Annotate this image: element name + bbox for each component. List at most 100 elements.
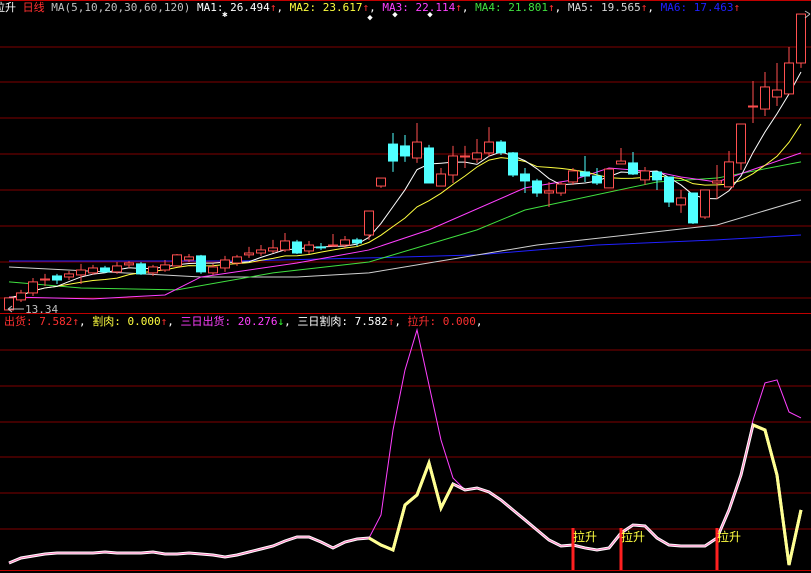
- candle[interactable]: [472, 152, 482, 160]
- candle[interactable]: [544, 190, 554, 194]
- candle[interactable]: [532, 180, 542, 194]
- candle[interactable]: [280, 240, 290, 251]
- candle[interactable]: [16, 292, 26, 301]
- candle[interactable]: [724, 161, 734, 188]
- candle[interactable]: [580, 171, 590, 177]
- candle[interactable]: [484, 141, 494, 154]
- candle[interactable]: [364, 210, 374, 236]
- candle[interactable]: [124, 262, 134, 266]
- candle[interactable]: [508, 152, 518, 176]
- candle[interactable]: [208, 266, 218, 274]
- legend-item: MA5: 19.565↑,: [561, 1, 654, 14]
- signal-label: 拉升: [573, 529, 597, 544]
- separator: ,: [461, 1, 469, 14]
- candle[interactable]: [40, 278, 50, 281]
- candle[interactable]: [760, 86, 770, 110]
- candle[interactable]: [184, 256, 194, 261]
- candle[interactable]: [196, 255, 206, 273]
- candle[interactable]: [52, 275, 62, 281]
- legend-value: MA2: 23.617: [283, 1, 363, 14]
- period-label[interactable]: 日线: [23, 1, 45, 14]
- legend-value: MA4: 21.801: [468, 1, 549, 14]
- candle[interactable]: [292, 241, 302, 254]
- legend-value: 出货: 7.582: [4, 315, 73, 328]
- legend-item: MA1: 26.494↑,: [197, 1, 283, 14]
- candle[interactable]: [460, 155, 470, 158]
- indicator-line-chuhuo: [8, 424, 802, 566]
- candle[interactable]: [784, 62, 794, 95]
- candle[interactable]: [232, 256, 242, 264]
- candle[interactable]: [328, 244, 338, 247]
- signal-label: 拉升: [717, 529, 741, 544]
- candle[interactable]: [172, 254, 182, 267]
- indicator-line-sanri-chuhuo: [8, 327, 802, 564]
- candle[interactable]: [352, 239, 362, 244]
- indicator-line-chuhuo-outline: [8, 422, 803, 566]
- chart-canvas[interactable]: 13.34✱ ◆ ◆ ◆拉升 拉升 拉升: [0, 0, 811, 573]
- candle[interactable]: [628, 162, 638, 175]
- separator: ,: [475, 315, 483, 328]
- legend-item: MA4: 21.801↑,: [468, 1, 561, 14]
- candle[interactable]: [76, 269, 86, 276]
- candle[interactable]: [436, 173, 446, 187]
- candle[interactable]: [556, 183, 566, 194]
- arrow-up-icon: ↑: [72, 315, 79, 328]
- arrow-up-icon: ↑: [733, 1, 741, 14]
- candle[interactable]: [592, 175, 602, 184]
- separator: ,: [167, 315, 174, 328]
- candle[interactable]: [100, 267, 110, 273]
- legend-item: MA3: 22.114↑,: [375, 1, 469, 14]
- legend-value: 割肉: 0.000: [85, 315, 161, 328]
- candle[interactable]: [448, 155, 458, 176]
- legend-value: MA5: 19.565: [561, 1, 641, 14]
- candle[interactable]: [304, 244, 314, 252]
- candle[interactable]: [604, 168, 614, 189]
- legend-value: MA3: 22.114: [375, 1, 456, 14]
- candle[interactable]: [28, 281, 38, 294]
- candle[interactable]: [376, 177, 386, 187]
- candle[interactable]: [340, 239, 350, 246]
- candle[interactable]: [316, 246, 326, 249]
- candle[interactable]: [112, 265, 122, 273]
- candle[interactable]: [160, 264, 170, 271]
- candle[interactable]: [64, 273, 74, 278]
- ma-params[interactable]: MA(5,10,20,30,60,120): [51, 1, 190, 14]
- candle[interactable]: [796, 13, 806, 64]
- candle[interactable]: [688, 192, 698, 224]
- candle[interactable]: [736, 123, 746, 164]
- separator: ,: [647, 1, 654, 14]
- ma-line-ma5: [8, 199, 802, 278]
- candle[interactable]: [652, 171, 662, 181]
- candle[interactable]: [244, 252, 254, 256]
- candle[interactable]: [148, 266, 158, 274]
- candle[interactable]: [256, 249, 266, 254]
- ma-legend: 拉升 日线 MA(5,10,20,30,60,120) MA1: 26.494↑…: [0, 1, 740, 14]
- legend-item: MA2: 23.617↑,: [283, 1, 376, 14]
- candle[interactable]: [412, 141, 422, 159]
- candle[interactable]: [496, 141, 506, 154]
- candle[interactable]: [400, 145, 410, 157]
- legend-item: MA6: 17.463↑: [654, 1, 741, 14]
- candle[interactable]: [772, 89, 782, 98]
- candle[interactable]: [424, 147, 434, 184]
- candle[interactable]: [220, 259, 230, 269]
- candle[interactable]: [88, 267, 98, 274]
- indicator-legend: 出货: 7.582↑, 割肉: 0.000↑, 三日出货: 20.276↓, 三…: [4, 315, 483, 328]
- candle[interactable]: [568, 170, 578, 183]
- candle[interactable]: [616, 160, 626, 165]
- separator: ,: [78, 315, 86, 328]
- candle[interactable]: [388, 143, 398, 162]
- arrow-up-icon: ↑: [548, 1, 555, 14]
- candle[interactable]: [700, 189, 710, 218]
- candle[interactable]: [748, 105, 758, 108]
- candle[interactable]: [520, 173, 530, 182]
- candle[interactable]: [676, 197, 686, 206]
- candle[interactable]: [664, 176, 674, 203]
- candle[interactable]: [268, 247, 278, 252]
- candle[interactable]: [136, 263, 146, 275]
- ma-line-ma6: [9, 234, 802, 262]
- legend-item: 三日割肉: 7.582↑,: [291, 315, 401, 328]
- candle[interactable]: [712, 180, 722, 184]
- legend-item: 割肉: 0.000↑,: [86, 315, 174, 328]
- candle[interactable]: [640, 170, 650, 181]
